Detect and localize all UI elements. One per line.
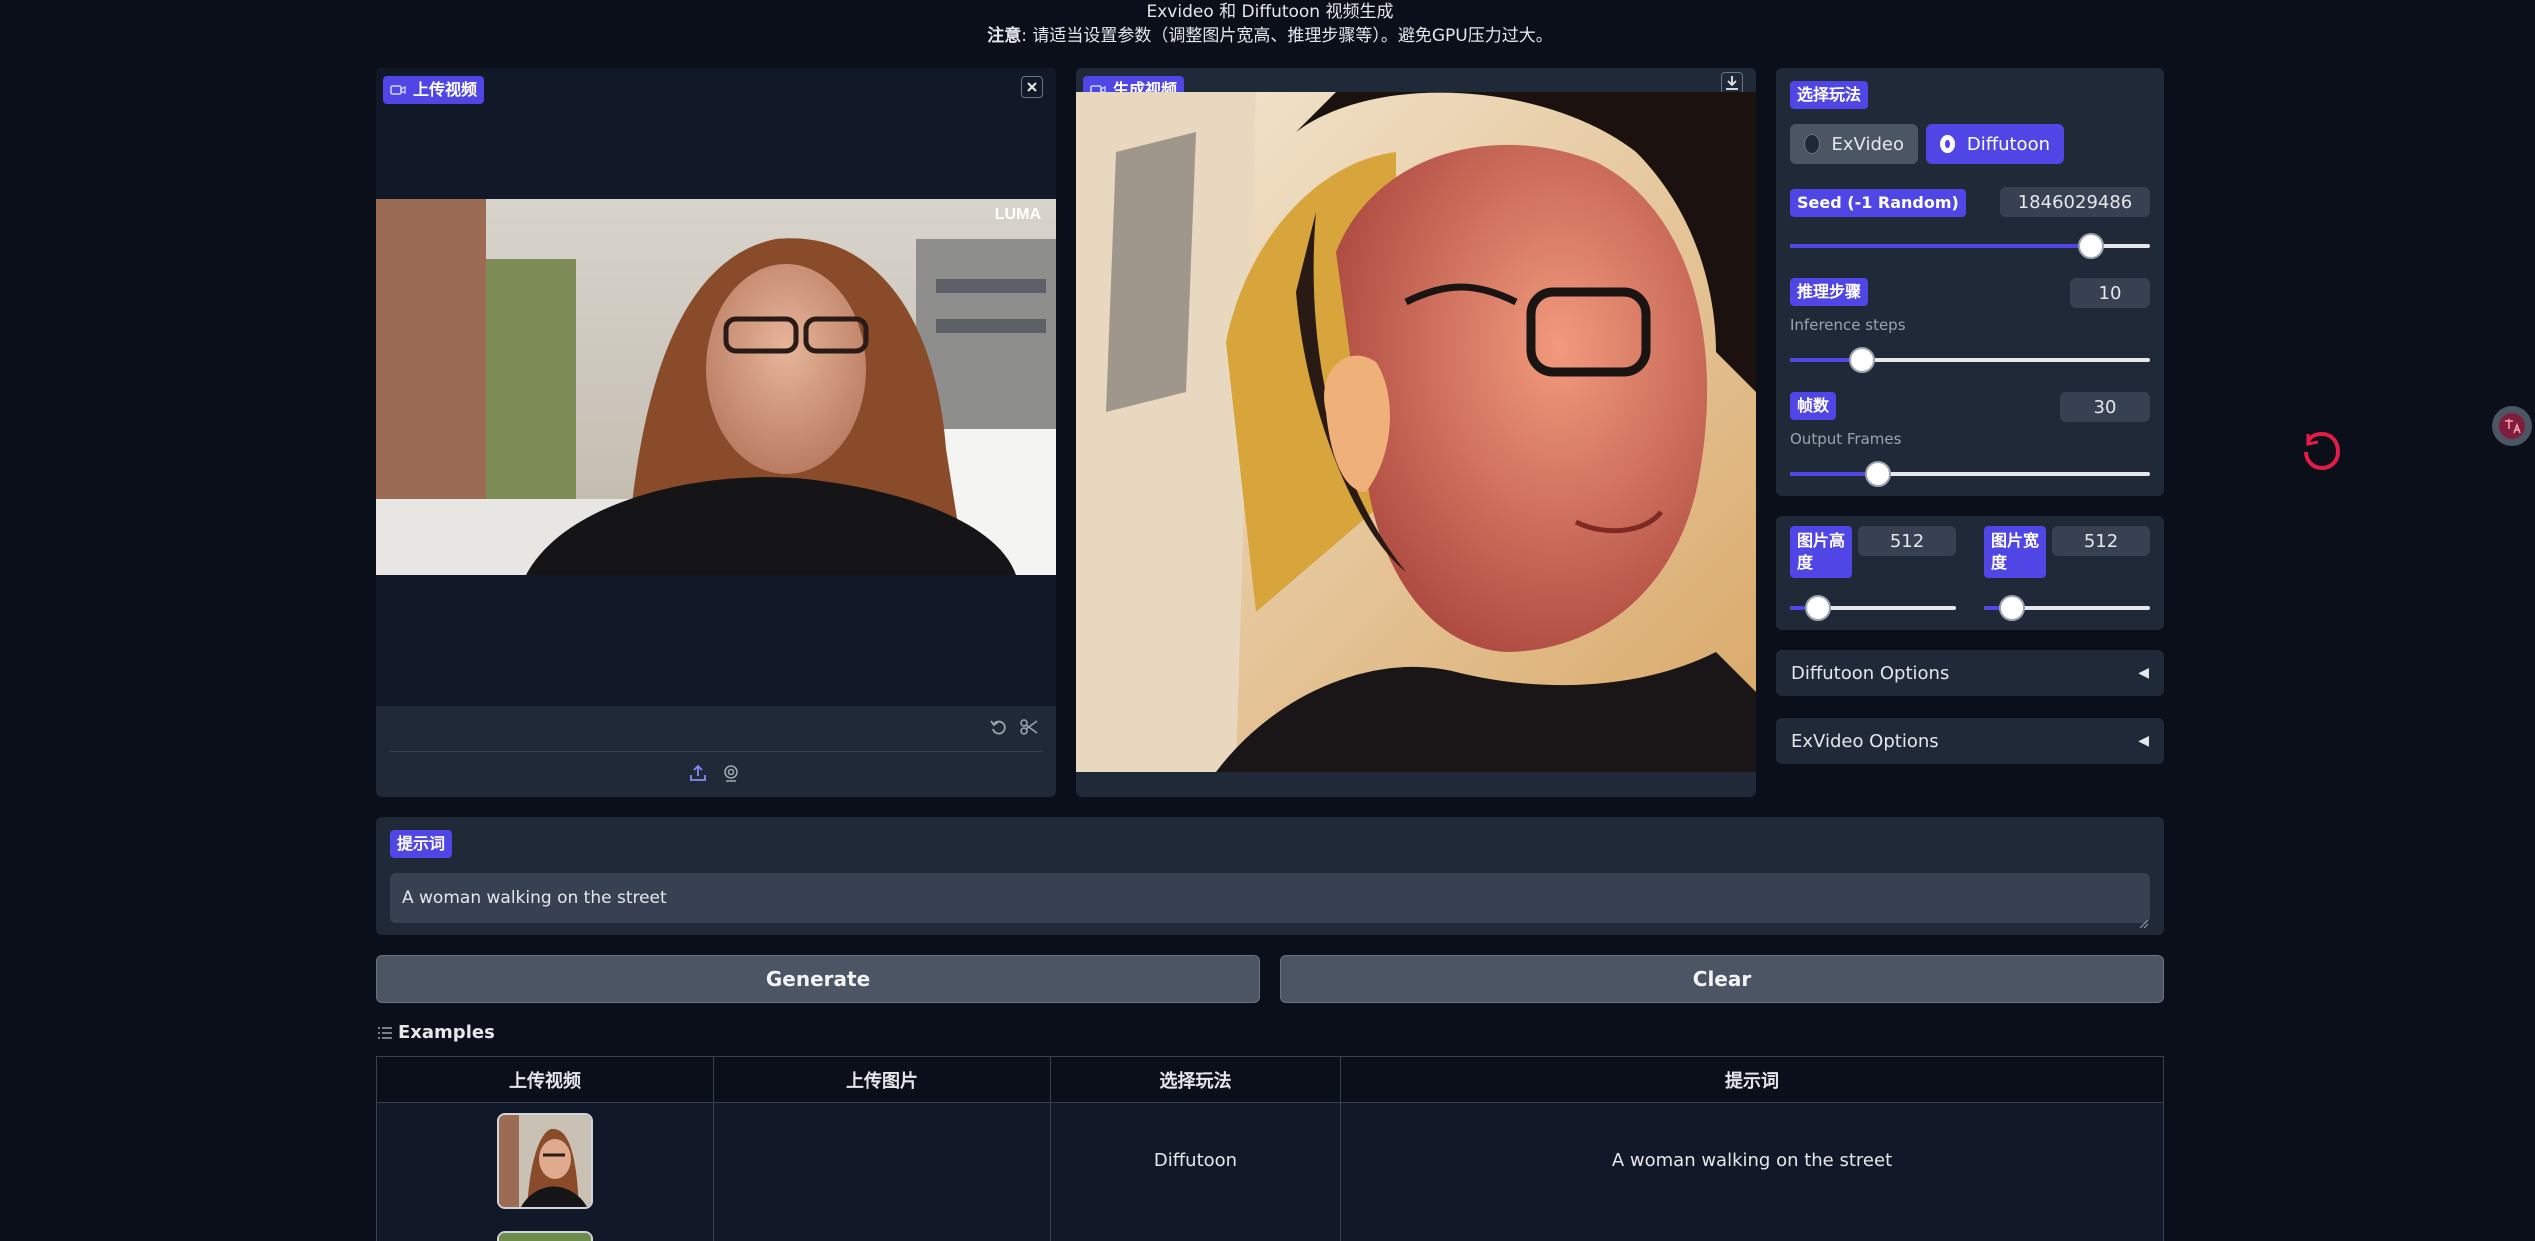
height-label-line1: 图片高 [1797, 531, 1846, 550]
upload-video-label-text: 上传视频 [413, 80, 478, 99]
collapse-arrow-icon: ◀ [2138, 733, 2149, 749]
height-label: 图片高 度 [1790, 526, 1852, 578]
examples-col-prompt: 提示词 [1340, 1056, 2164, 1103]
page-note: 注意: 请适当设置参数（调整图片宽高、推理步骤等）。避免GPU压力过大。 [0, 24, 2535, 48]
mode-option-diffutoon-label: Diffutoon [1966, 133, 2050, 155]
example-mode-cell [1050, 1218, 1341, 1241]
examples-title: Examples [398, 1022, 495, 1043]
diffutoon-options-accordion[interactable]: Diffutoon Options ◀ [1776, 650, 2164, 696]
height-label-line2: 度 [1797, 553, 1814, 572]
size-panel: 图片高 度 512 图片宽 度 512 [1776, 516, 2164, 630]
radio-checked-icon [1940, 135, 1955, 153]
output-video-player[interactable] [1076, 92, 1756, 772]
divider [390, 751, 1042, 752]
table-row[interactable]: Diffutoon A woman walking on the street [376, 1102, 2164, 1219]
upload-icon[interactable] [685, 760, 711, 786]
prompt-textarea[interactable]: A woman walking on the street [390, 873, 2150, 923]
resize-handle-icon[interactable] [2139, 913, 2149, 929]
steps-label: 推理步骤 [1790, 278, 1869, 306]
width-slider-thumb[interactable] [1999, 595, 2026, 621]
mode-label: 选择玩法 [1790, 81, 1869, 109]
example-mode-cell: Diffutoon [1050, 1102, 1341, 1219]
example-image-cell [713, 1218, 1051, 1241]
example-video-cell[interactable] [376, 1218, 714, 1241]
frames-input[interactable]: 30 [2060, 392, 2150, 422]
example-video-thumbnail[interactable] [497, 1230, 593, 1241]
prompt-label: 提示词 [390, 830, 453, 858]
translate-icon[interactable] [2492, 406, 2532, 446]
luma-watermark: LUMA [995, 206, 1042, 223]
note-text: : 请适当设置参数（调整图片宽高、推理步骤等）。避免GPU压力过大。 [1021, 26, 1553, 46]
settings-panel: 选择玩法 ExVideo Diffutoon Seed (-1 Random) … [1776, 68, 2164, 496]
steps-slider-thumb[interactable] [1849, 347, 1875, 373]
trim-scissors-icon[interactable] [1016, 714, 1042, 740]
upload-video-frame: LUMA [376, 199, 1056, 575]
example-video-cell[interactable] [376, 1102, 714, 1219]
webcam-icon[interactable] [718, 760, 744, 786]
frames-slider-thumb[interactable] [1865, 461, 1892, 487]
page-title: Exvideo 和 Diffutoon 视频生成 [1146, 2, 1394, 22]
output-video-frame [1076, 92, 1756, 772]
mode-option-diffutoon[interactable]: Diffutoon [1926, 124, 2064, 164]
mode-option-exvideo[interactable]: ExVideo [1790, 124, 1918, 164]
examples-col-upload-image: 上传图片 [713, 1056, 1051, 1103]
generate-button[interactable]: Generate [376, 955, 1260, 1003]
height-slider-thumb[interactable] [1805, 595, 1832, 621]
steps-input[interactable]: 10 [2070, 278, 2150, 308]
width-label: 图片宽 度 [1984, 526, 2046, 578]
loading-spinner-icon [2300, 430, 2341, 471]
examples-table: 上传视频 上传图片 选择玩法 提示词 Diffutoon A woman wal… [376, 1056, 2164, 1241]
height-input[interactable]: 512 [1858, 526, 1956, 556]
diffutoon-options-label: Diffutoon Options [1791, 662, 1950, 684]
mode-option-exvideo-label: ExVideo [1831, 133, 1904, 155]
upload-video-panel: 上传视频 LUMA [376, 68, 1056, 797]
frames-sublabel: Output Frames [1790, 430, 1902, 448]
seed-slider-fill [1790, 244, 2091, 248]
list-icon [378, 1026, 392, 1039]
example-image-cell [713, 1102, 1051, 1219]
width-input[interactable]: 512 [2052, 526, 2150, 556]
upload-video-label: 上传视频 [383, 76, 485, 104]
close-icon[interactable] [1021, 76, 1043, 98]
examples-header: Examples [378, 1022, 495, 1043]
table-row[interactable] [376, 1218, 2164, 1241]
seed-label: Seed (-1 Random) [1790, 189, 1966, 217]
seed-input[interactable]: 1846029486 [2000, 187, 2150, 217]
frames-label: 帧数 [1790, 392, 1837, 420]
output-video-panel: 生成视频 [1076, 68, 1756, 797]
exvideo-options-label: ExVideo Options [1791, 730, 1939, 752]
exvideo-options-accordion[interactable]: ExVideo Options ◀ [1776, 718, 2164, 764]
upload-video-player[interactable]: LUMA [376, 199, 1056, 575]
examples-col-upload-video: 上传视频 [376, 1056, 714, 1103]
example-prompt-cell: A woman walking on the street [1340, 1102, 2164, 1219]
prompt-panel: 提示词 A woman walking on the street [376, 817, 2164, 935]
note-label: 注意 [987, 26, 1022, 46]
seed-slider-thumb[interactable] [2077, 233, 2104, 259]
video-icon [390, 85, 406, 95]
width-label-line1: 图片宽 [1991, 531, 2040, 550]
undo-icon[interactable] [986, 714, 1012, 740]
download-icon[interactable] [1721, 72, 1743, 94]
example-prompt-cell [1340, 1218, 2164, 1241]
clear-button[interactable]: Clear [1280, 955, 2164, 1003]
radio-unchecked-icon [1804, 134, 1820, 154]
example-video-thumbnail[interactable] [497, 1112, 593, 1209]
width-label-line2: 度 [1991, 553, 2008, 572]
collapse-arrow-icon: ◀ [2138, 665, 2149, 681]
steps-sublabel: Inference steps [1790, 316, 1906, 334]
examples-col-mode: 选择玩法 [1050, 1056, 1341, 1103]
